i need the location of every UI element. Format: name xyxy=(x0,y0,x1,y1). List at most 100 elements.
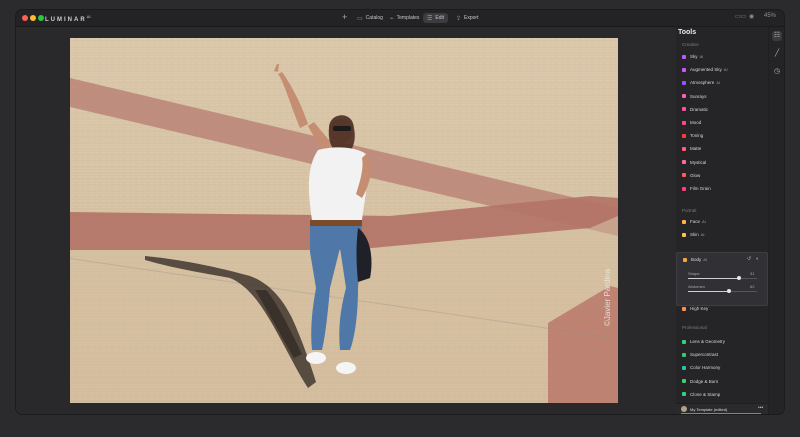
tool-icon xyxy=(682,352,686,357)
export-button[interactable]: ⇪ Export xyxy=(452,13,482,23)
tool-icon xyxy=(682,173,686,178)
catalog-button[interactable]: ▭ Catalog xyxy=(353,13,387,23)
tool-icon xyxy=(682,392,686,397)
tool-icon xyxy=(682,339,686,344)
tool-label: Sky xyxy=(690,54,698,59)
ai-badge: AI xyxy=(703,257,708,262)
minimize-window-button[interactable] xyxy=(30,15,36,21)
tool-icon xyxy=(682,186,686,191)
tool-face[interactable]: Face AI xyxy=(676,216,768,227)
tool-icon xyxy=(682,120,686,125)
export-label: Export xyxy=(464,15,479,21)
tool-film-grain[interactable]: Film Grain xyxy=(676,183,768,194)
tool-label: Glow xyxy=(690,172,701,178)
ai-badge: AI xyxy=(699,54,704,59)
panel-title: Tools xyxy=(678,29,697,36)
tool-skin[interactable]: Skin AI xyxy=(676,229,768,240)
body-tool-expanded: Shape 31 Abdomen 62 ↺ ◐ Body AI xyxy=(676,252,768,306)
templates-button[interactable]: ⌁ Templates xyxy=(386,13,423,23)
tool-toning[interactable]: Toning xyxy=(676,130,768,141)
tool-label: Clone & Stamp xyxy=(690,391,721,397)
tool-label: Skin xyxy=(690,232,699,238)
tool-icon xyxy=(682,365,686,370)
history-icon[interactable]: ◷ xyxy=(772,67,782,77)
titlebar: LUMINARAI + ▭ Catalog ⌁ Templates ☰ Edit… xyxy=(16,10,784,27)
image-canvas: ©Javier Pardina xyxy=(16,27,676,414)
tool-dodge-burn[interactable]: Dodge & Burn xyxy=(676,376,768,387)
zoom-window-button[interactable] xyxy=(38,15,44,21)
tool-dramatic[interactable]: Dramatic xyxy=(676,104,768,115)
brand-text: LUMINAR xyxy=(45,17,87,23)
templates-label: Templates xyxy=(396,15,420,21)
edit-button[interactable]: ☰ Edit xyxy=(423,13,449,23)
tool-icon xyxy=(682,67,686,72)
tool-label: Lens & Geometry xyxy=(690,339,726,344)
tool-mood[interactable]: Mood xyxy=(676,117,768,128)
tool-icon xyxy=(682,133,686,138)
tool-color-harmony[interactable]: Color Harmony xyxy=(676,362,768,373)
tools-panel: Tools Creative Sky AI Augmented Sky AI Atmos… xyxy=(676,27,768,414)
zoom-level[interactable]: 45% xyxy=(764,13,776,19)
tools-icon[interactable]: ☷ xyxy=(772,31,782,41)
tool-sky[interactable]: Sky AI xyxy=(676,51,768,62)
export-icon: ⇪ xyxy=(456,15,462,22)
tool-label: Toning xyxy=(690,133,704,139)
ai-badge: AI xyxy=(723,67,728,73)
shape-slider-value: 31 xyxy=(750,271,755,276)
app-window: LUMINARAI + ▭ Catalog ⌁ Templates ☰ Edit… xyxy=(16,10,784,414)
eye-icon[interactable]: ◉ xyxy=(749,13,754,20)
tool-icon xyxy=(682,219,686,224)
catalog-label: Catalog xyxy=(365,15,383,21)
tool-atmosphere[interactable]: Atmosphere AI xyxy=(676,77,768,88)
brand-sup: AI xyxy=(86,14,91,19)
tool-icon xyxy=(682,54,686,59)
tool-sunrays[interactable]: Sunrays xyxy=(676,91,768,102)
tool-label: Sunrays xyxy=(690,93,707,99)
shape-slider-thumb[interactable] xyxy=(737,276,742,280)
abdomen-slider-thumb[interactable] xyxy=(727,289,732,293)
close-window-button[interactable] xyxy=(22,15,28,21)
photo-image xyxy=(70,38,618,403)
tool-label: Supercontrast xyxy=(690,352,719,358)
tool-clone-stamp[interactable]: Clone & Stamp xyxy=(676,389,768,400)
photo-preview[interactable]: ©Javier Pardina xyxy=(70,38,618,403)
tool-augmented-sky[interactable]: Augmented Sky AI xyxy=(676,64,768,75)
shape-slider[interactable] xyxy=(688,276,757,280)
tool-supercontrast[interactable]: Supercontrast xyxy=(676,349,768,360)
tool-icon xyxy=(682,146,686,151)
photo-watermark: ©Javier Pardina xyxy=(603,268,612,326)
edit-label: Edit xyxy=(435,15,445,21)
add-photos-button[interactable]: + xyxy=(342,12,347,22)
tool-label: Face xyxy=(690,219,701,224)
tool-icon xyxy=(682,306,686,311)
sliders-icon: ☰ xyxy=(427,15,433,22)
more-icon[interactable]: ••• xyxy=(758,405,763,411)
tool-label: Atmosphere xyxy=(690,80,715,86)
templates-icon: ⌁ xyxy=(390,15,394,22)
abdomen-slider[interactable] xyxy=(688,289,757,293)
tool-icon xyxy=(682,94,686,99)
template-avatar xyxy=(681,406,687,412)
compare-icon[interactable]: ▭▭ xyxy=(735,13,746,20)
shape-slider-label: Shape xyxy=(688,271,700,276)
tool-body[interactable]: Body AI xyxy=(677,254,769,265)
section-portrait: Portrait xyxy=(682,208,697,213)
brush-icon[interactable]: ╱ xyxy=(772,49,782,59)
template-name: My Template (edited) xyxy=(690,407,728,412)
tool-icon xyxy=(682,107,686,112)
tool-label: High Key xyxy=(690,306,709,311)
tool-icon xyxy=(682,160,686,165)
tool-label: Mystical xyxy=(690,159,707,165)
tool-lens-geometry[interactable]: Lens & Geometry xyxy=(676,336,768,347)
tool-label: Dodge & Burn xyxy=(690,378,719,384)
tool-label: Augmented Sky xyxy=(690,67,722,73)
tool-label: Mood xyxy=(690,120,702,125)
tool-mystical[interactable]: Mystical xyxy=(676,157,768,168)
tool-label: Matte xyxy=(690,146,702,152)
right-rail: ☷ ╱ ◷ xyxy=(768,27,784,414)
tool-icon xyxy=(682,80,686,85)
tool-glow[interactable]: Glow xyxy=(676,170,768,181)
tool-matte[interactable]: Matte xyxy=(676,143,768,154)
template-bar[interactable]: My Template (edited) ••• xyxy=(676,403,768,414)
tool-label: Body xyxy=(691,257,702,262)
